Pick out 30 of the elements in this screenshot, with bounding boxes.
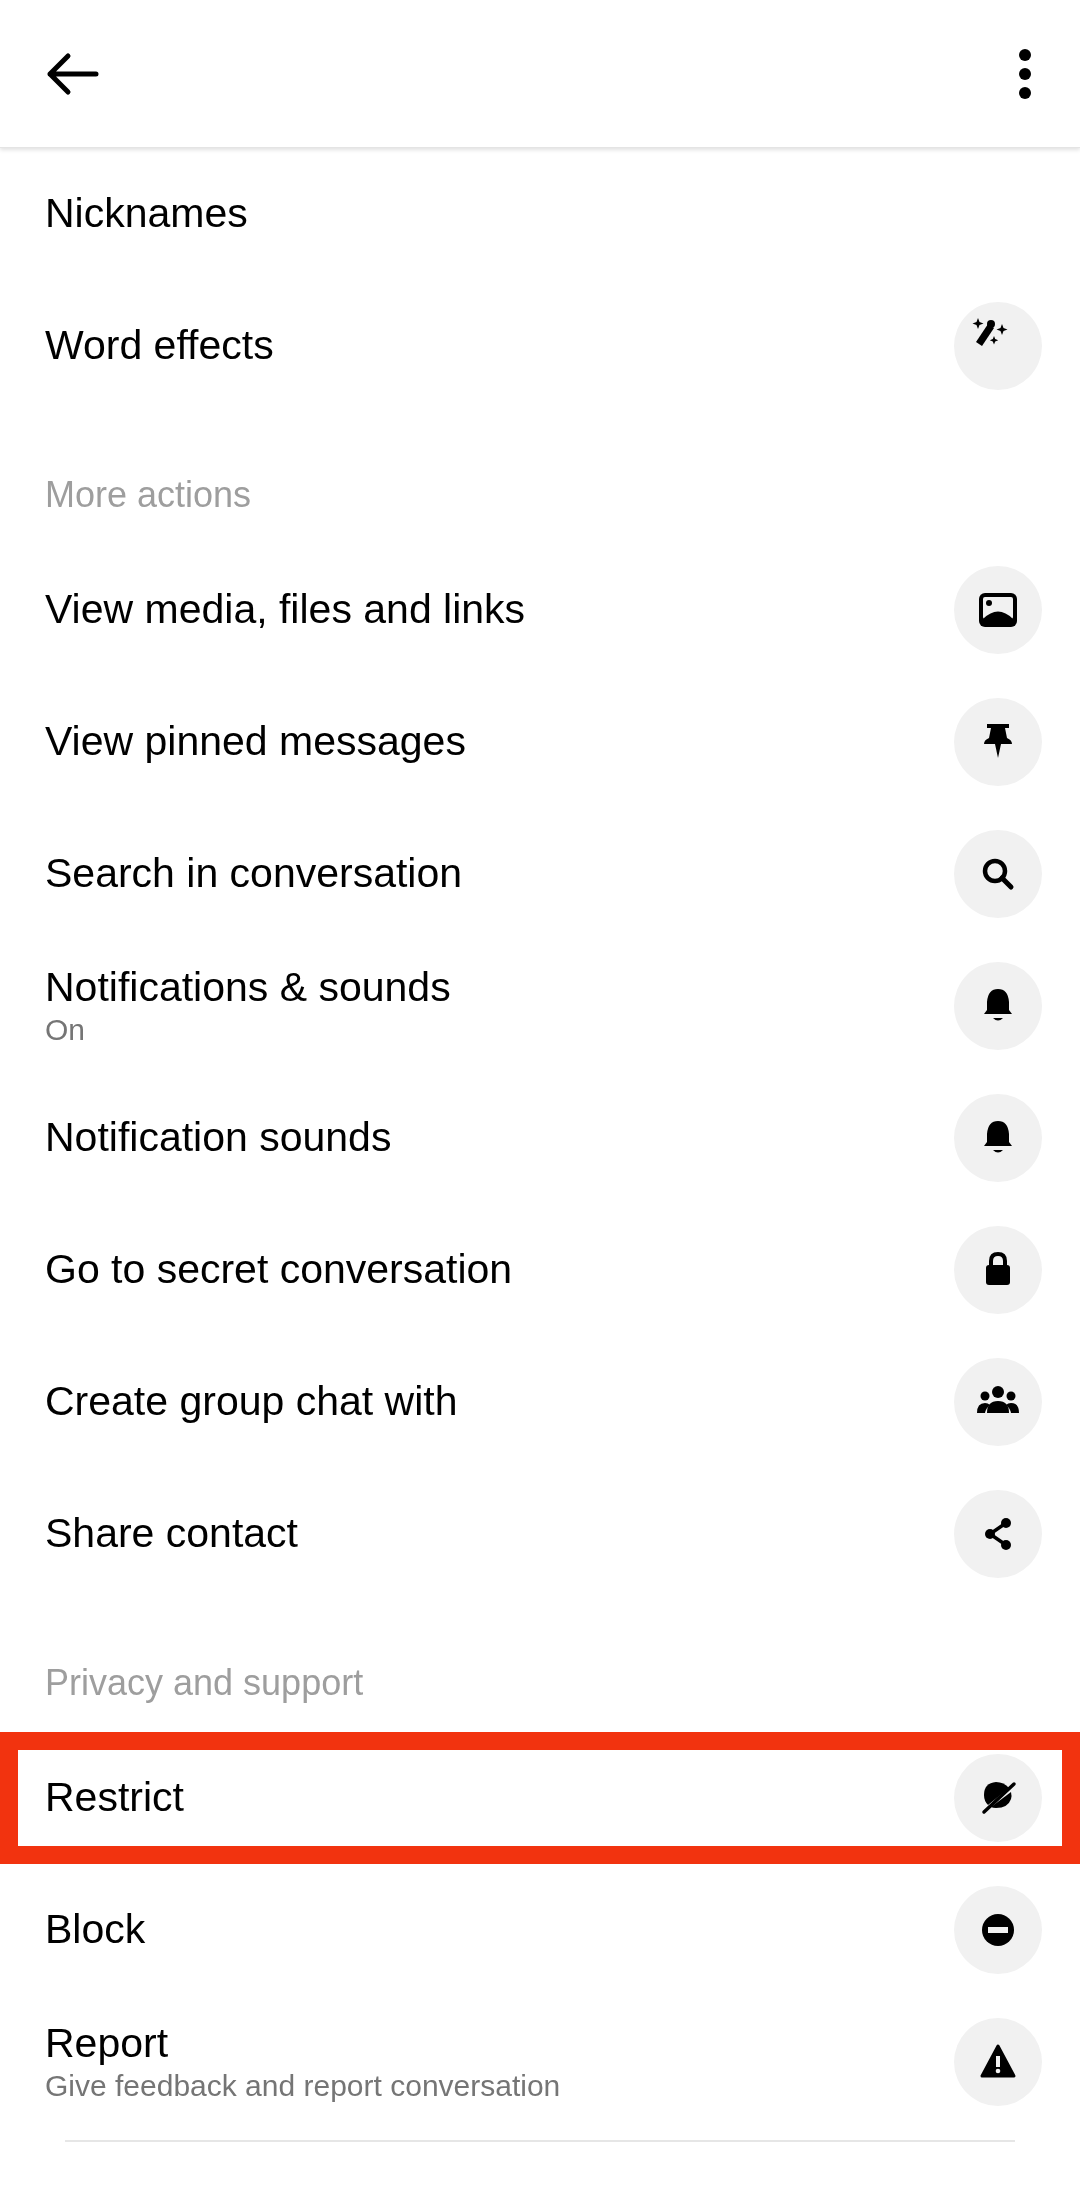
menu-item[interactable]: Report Give feedback and report conversation <box>0 1996 1080 2128</box>
menu-item-title: Restrict <box>45 1774 184 1822</box>
section-header: Privacy and support <box>45 1662 364 1703</box>
menu-item-title: Go to secret conversation <box>45 1246 513 1294</box>
menu-item-title: Share contact <box>45 1510 298 1558</box>
menu-item-title: Nicknames <box>45 190 248 238</box>
menu-item-title: Word effects <box>45 322 274 370</box>
menu-item-title: View media, files and links <box>45 586 526 634</box>
menu-item-title: Create group chat with <box>45 1378 458 1426</box>
menu-item[interactable]: Share contact <box>0 1468 1080 1600</box>
menu-item[interactable]: Notification sounds <box>0 1072 1080 1204</box>
menu-item-title: View pinned messages <box>45 718 466 766</box>
menu-item[interactable]: Notifications & sounds On <box>0 940 1080 1072</box>
menu-item-subtitle: On <box>45 1011 87 1048</box>
menu-item[interactable]: Search in conversation <box>0 808 1080 940</box>
menu-item[interactable]: Create group chat with <box>0 1336 1080 1468</box>
highlighted-menu-item[interactable]: Restrict <box>0 1732 1080 1864</box>
menu-item[interactable]: Block <box>0 1864 1080 1996</box>
section-header: More actions <box>45 474 252 515</box>
menu-item[interactable]: Go to secret conversation <box>0 1204 1080 1336</box>
menu-item-subtitle: Give feedback and report conversation <box>45 2067 561 2104</box>
menu-item-title: Notification sounds <box>45 1114 392 1162</box>
menu-item-title: Block <box>45 1906 146 1954</box>
menu-item-title: Search in conversation <box>45 850 463 898</box>
menu-item[interactable]: View media, files and links <box>0 544 1080 676</box>
menu-item[interactable]: View pinned messages <box>0 676 1080 808</box>
menu-item-title: Report <box>45 2020 170 2068</box>
menu-item-title: Notifications & sounds <box>45 964 451 1012</box>
menu-item[interactable]: Nicknames <box>0 148 1080 280</box>
menu-item[interactable]: Word effects <box>0 280 1080 412</box>
